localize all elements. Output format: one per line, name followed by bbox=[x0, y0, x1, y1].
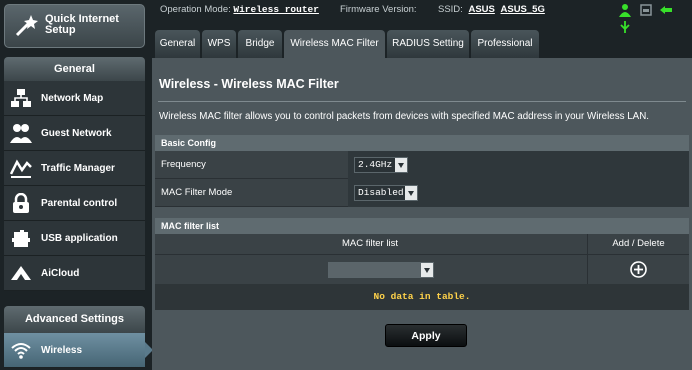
internet-status-icon[interactable] bbox=[659, 3, 673, 20]
chevron-down-icon bbox=[395, 158, 407, 172]
mac-filter-mode-row: MAC Filter Mode Disabled bbox=[155, 179, 689, 207]
tab-wps[interactable]: WPS bbox=[202, 30, 236, 58]
mac-filter-mode-label: MAC Filter Mode bbox=[161, 187, 233, 198]
guest-network-icon bbox=[10, 124, 32, 143]
mac-filter-add-row bbox=[155, 254, 689, 284]
aicloud-icon bbox=[11, 266, 31, 280]
sidebar-item-usb-application[interactable]: USB application bbox=[4, 221, 145, 256]
column-divider bbox=[587, 255, 588, 284]
add-icon[interactable] bbox=[630, 261, 647, 278]
ssid-5g-link[interactable]: ASUS_5G bbox=[501, 4, 545, 15]
operation-mode-label: Operation Mode: bbox=[160, 4, 231, 15]
sidebar-item-label: Network Map bbox=[41, 93, 104, 104]
operation-mode: Operation Mode: Wireless router bbox=[160, 4, 319, 15]
network-map-icon bbox=[11, 89, 31, 107]
mac-filter-list-header-row: MAC filter list Add / Delete bbox=[155, 234, 689, 254]
frequency-row: Frequency 2.4GHz bbox=[155, 151, 689, 179]
sidebar-item-label: Guest Network bbox=[41, 128, 112, 139]
empty-table-message: No data in table. bbox=[155, 284, 689, 310]
usb-application-icon bbox=[12, 230, 30, 247]
title-divider bbox=[158, 101, 686, 102]
basic-config-heading: Basic Config bbox=[155, 135, 689, 151]
tab-bridge[interactable]: Bridge bbox=[238, 30, 282, 58]
chevron-down-icon bbox=[421, 263, 433, 277]
parental-control-icon bbox=[13, 193, 29, 213]
quick-internet-setup-label: Quick Internet Setup bbox=[45, 13, 119, 36]
sidebar-item-label: Parental control bbox=[41, 198, 118, 209]
main-panel: Wireless - Wireless MAC Filter Wireless … bbox=[152, 58, 692, 370]
sidebar-item-label: Wireless bbox=[41, 345, 83, 356]
tab-wireless-mac-filter[interactable]: Wireless MAC Filter bbox=[284, 30, 385, 58]
frequency-value: 2.4GHz bbox=[358, 159, 393, 170]
printer-status-icon[interactable] bbox=[639, 3, 653, 20]
mac-address-select[interactable] bbox=[328, 262, 434, 278]
magic-wand-icon bbox=[15, 15, 38, 37]
mac-filter-list-column-header: MAC filter list bbox=[342, 238, 398, 249]
tab-general[interactable]: General bbox=[155, 30, 200, 58]
frequency-cell: 2.4GHz bbox=[348, 151, 689, 179]
quick-internet-setup-button[interactable]: Quick Internet Setup bbox=[4, 4, 145, 48]
status-icons bbox=[618, 3, 692, 37]
user-status-icon[interactable] bbox=[618, 3, 632, 20]
page-description: Wireless MAC filter allows you to contro… bbox=[159, 111, 650, 122]
mac-filter-mode-select[interactable]: Disabled bbox=[354, 185, 418, 201]
status-bar: Operation Mode: Wireless router Firmware… bbox=[152, 0, 692, 33]
add-delete-column-header: Add / Delete bbox=[612, 238, 665, 249]
sidebar: Quick Internet Setup General Network Map… bbox=[0, 0, 153, 370]
firmware-version-label: Firmware Version: bbox=[340, 4, 417, 15]
sidebar-item-label: Traffic Manager bbox=[41, 163, 115, 174]
chevron-down-icon bbox=[405, 186, 417, 200]
wireless-icon bbox=[11, 343, 31, 359]
ssid-label: SSID: bbox=[438, 4, 463, 15]
sidebar-item-label: AiCloud bbox=[41, 268, 80, 279]
ssid-info: SSID: ASUS ASUS_5G bbox=[438, 4, 545, 15]
sidebar-item-traffic-manager[interactable]: Traffic Manager bbox=[4, 151, 145, 186]
operation-mode-link[interactable]: Wireless router bbox=[233, 4, 319, 15]
apply-button[interactable]: Apply bbox=[385, 324, 467, 347]
sidebar-item-label: USB application bbox=[41, 233, 118, 244]
page-title: Wireless - Wireless MAC Filter bbox=[159, 77, 339, 91]
ssid-24g-link[interactable]: ASUS bbox=[468, 4, 494, 15]
sidebar-item-aicloud[interactable]: AiCloud bbox=[4, 256, 145, 291]
mac-filter-list-heading: MAC filter list bbox=[155, 218, 689, 234]
tab-professional[interactable]: Professional bbox=[471, 30, 539, 58]
sidebar-item-network-map[interactable]: Network Map bbox=[4, 81, 145, 116]
traffic-manager-icon bbox=[10, 159, 32, 178]
tab-radius-setting[interactable]: RADIUS Setting bbox=[387, 30, 469, 58]
mac-filter-mode-value: Disabled bbox=[358, 187, 404, 198]
sidebar-item-guest-network[interactable]: Guest Network bbox=[4, 116, 145, 151]
sidebar-item-parental-control[interactable]: Parental control bbox=[4, 186, 145, 221]
advanced-settings-heading: Advanced Settings bbox=[4, 306, 145, 333]
frequency-label: Frequency bbox=[161, 159, 206, 170]
sidebar-item-wireless[interactable]: Wireless bbox=[4, 333, 153, 368]
usb-status-icon[interactable] bbox=[618, 20, 632, 37]
mac-filter-mode-cell: Disabled bbox=[348, 179, 689, 207]
general-heading: General bbox=[4, 57, 145, 81]
frequency-select[interactable]: 2.4GHz bbox=[354, 157, 408, 173]
